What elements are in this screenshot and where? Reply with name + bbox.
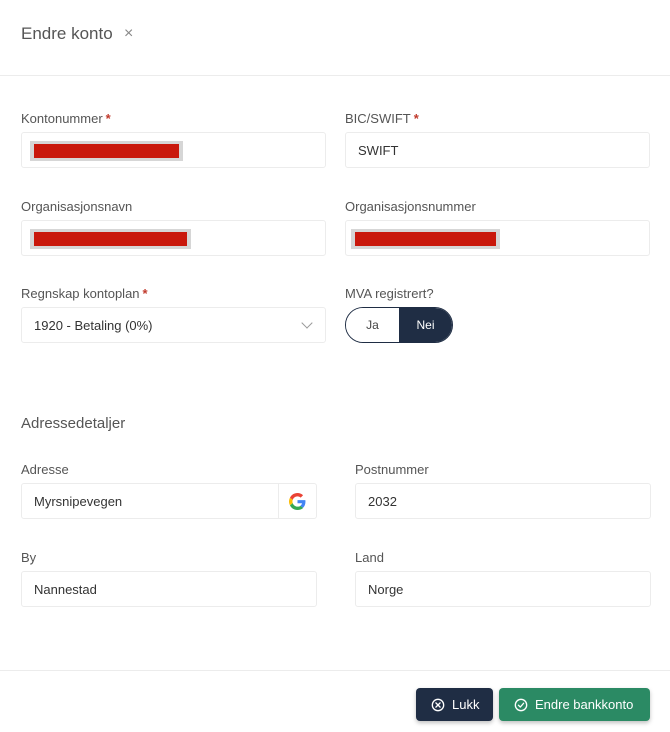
bic-label: BIC/SWIFT * [345, 111, 419, 126]
postal-code-label: Postnummer [355, 462, 429, 477]
circle-x-icon [431, 698, 445, 711]
google-autocomplete-button[interactable] [278, 484, 316, 518]
postal-code-input[interactable]: 2032 [355, 483, 651, 519]
required-marker: * [142, 286, 148, 301]
vat-label: MVA registrert? [345, 286, 434, 301]
accounting-plan-label: Regnskap kontoplan * [21, 286, 148, 301]
country-label: Land [355, 550, 384, 565]
org-number-input[interactable] [345, 220, 650, 256]
bic-value: SWIFT [358, 143, 399, 158]
required-marker: * [413, 111, 419, 126]
address-label: Adresse [21, 462, 69, 477]
vat-option-nei[interactable]: Nei [399, 308, 452, 342]
close-button-label: Lukk [452, 697, 480, 712]
redaction-bar [34, 232, 187, 246]
vat-option-ja[interactable]: Ja [346, 308, 399, 342]
chevron-down-icon [301, 317, 313, 329]
address-section-title: Adressedetaljer [21, 415, 126, 432]
redaction-bar [355, 232, 496, 246]
modal-header: Endre konto × [0, 0, 670, 76]
address-value: Myrsnipevegen [34, 494, 123, 509]
close-button[interactable]: Lukk [416, 688, 493, 721]
country-value: Norge [368, 582, 404, 597]
org-number-label: Organisasjonsnummer [345, 199, 476, 214]
city-value: Nannestad [34, 582, 97, 597]
redaction-block [351, 229, 500, 249]
save-bank-account-button[interactable]: Endre bankkonto [499, 688, 650, 721]
bic-input[interactable]: SWIFT [345, 132, 650, 168]
account-number-label-text: Kontonummer [21, 111, 103, 126]
redaction-block [30, 229, 191, 249]
accounting-plan-select[interactable]: 1920 - Betaling (0%) [21, 307, 326, 343]
address-input[interactable]: Myrsnipevegen [21, 483, 317, 519]
org-name-label: Organisasjonsnavn [21, 199, 133, 214]
account-number-label: Kontonummer * [21, 111, 111, 126]
close-icon[interactable]: × [124, 25, 133, 43]
account-number-input[interactable] [21, 132, 326, 168]
required-marker: * [105, 111, 111, 126]
country-input[interactable]: Norge [355, 571, 651, 607]
circle-check-icon [514, 698, 528, 711]
modal-title: Endre konto [21, 24, 113, 43]
org-name-input[interactable] [21, 220, 326, 256]
city-input[interactable]: Nannestad [21, 571, 317, 607]
accounting-plan-label-text: Regnskap kontoplan [21, 286, 140, 301]
google-icon [289, 492, 306, 510]
redaction-block [30, 141, 183, 161]
city-label: By [21, 550, 37, 565]
save-button-label: Endre bankkonto [535, 697, 634, 712]
vat-toggle[interactable]: Ja Nei [345, 307, 453, 343]
redaction-bar [34, 144, 179, 158]
bic-label-text: BIC/SWIFT [345, 111, 411, 126]
postal-code-value: 2032 [368, 494, 397, 509]
accounting-plan-value: 1920 - Betaling (0%) [34, 318, 153, 333]
